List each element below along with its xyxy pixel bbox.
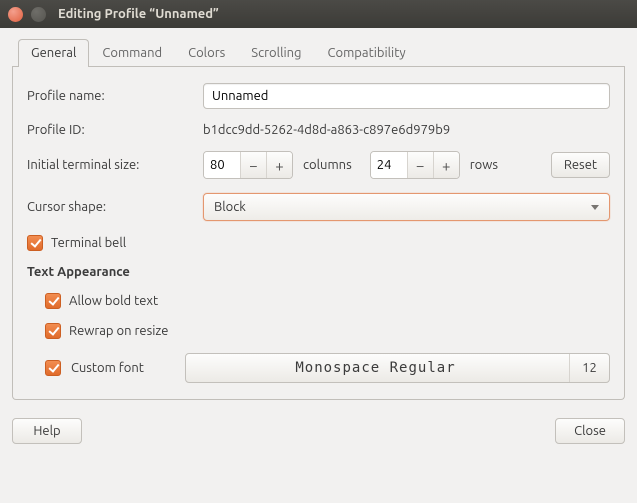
tab-compatibility[interactable]: Compatibility: [315, 39, 419, 67]
window-title: Editing Profile “Unnamed”: [58, 7, 219, 21]
font-size: 12: [569, 354, 609, 382]
font-chooser-button[interactable]: Monospace Regular 12: [185, 353, 610, 383]
font-name: Monospace Regular: [295, 360, 455, 376]
rows-input[interactable]: [371, 152, 407, 178]
window-titlebar: Editing Profile “Unnamed”: [0, 0, 637, 28]
terminal-bell-label: Terminal bell: [51, 236, 126, 250]
custom-font-label: Custom font: [71, 361, 175, 375]
profile-id-label: Profile ID:: [27, 123, 203, 137]
tab-panel-general: Profile name: Profile ID: b1dcc9dd-5262-…: [12, 67, 625, 400]
close-button[interactable]: Close: [555, 418, 625, 444]
profile-id-value: b1dcc9dd-5262-4d8d-a863-c897e6d979b9: [203, 123, 450, 137]
columns-input[interactable]: [204, 152, 240, 178]
columns-spinner[interactable]: − +: [203, 151, 293, 179]
profile-name-input[interactable]: [203, 83, 610, 109]
tab-bar: General Command Colors Scrolling Compati…: [12, 38, 625, 67]
rewrap-checkbox[interactable]: [45, 323, 61, 339]
rows-decrement[interactable]: −: [407, 152, 433, 178]
allow-bold-checkbox[interactable]: [45, 293, 61, 309]
cursor-shape-label: Cursor shape:: [27, 200, 203, 214]
profile-name-label: Profile name:: [27, 89, 203, 103]
allow-bold-label: Allow bold text: [69, 294, 158, 308]
columns-label: columns: [303, 158, 352, 172]
chevron-down-icon: [591, 205, 599, 210]
tab-general[interactable]: General: [18, 39, 89, 67]
rows-increment[interactable]: +: [433, 152, 459, 178]
terminal-size-label: Initial terminal size:: [27, 158, 203, 172]
rewrap-label: Rewrap on resize: [69, 324, 168, 338]
window-minimize-button[interactable]: [31, 7, 46, 22]
dialog-footer: Help Close: [0, 408, 637, 456]
custom-font-checkbox[interactable]: [45, 360, 61, 376]
cursor-shape-select[interactable]: Block: [203, 193, 610, 221]
tab-colors[interactable]: Colors: [175, 39, 238, 67]
rows-label: rows: [470, 158, 498, 172]
columns-decrement[interactable]: −: [240, 152, 266, 178]
tab-scrolling[interactable]: Scrolling: [238, 39, 314, 67]
terminal-bell-checkbox[interactable]: [27, 235, 43, 251]
text-appearance-heading: Text Appearance: [27, 265, 610, 279]
cursor-shape-value: Block: [214, 200, 246, 214]
tab-command[interactable]: Command: [89, 39, 175, 67]
window-close-button[interactable]: [8, 7, 23, 22]
reset-button[interactable]: Reset: [551, 152, 610, 178]
help-button[interactable]: Help: [12, 418, 82, 444]
rows-spinner[interactable]: − +: [370, 151, 460, 179]
columns-increment[interactable]: +: [266, 152, 292, 178]
